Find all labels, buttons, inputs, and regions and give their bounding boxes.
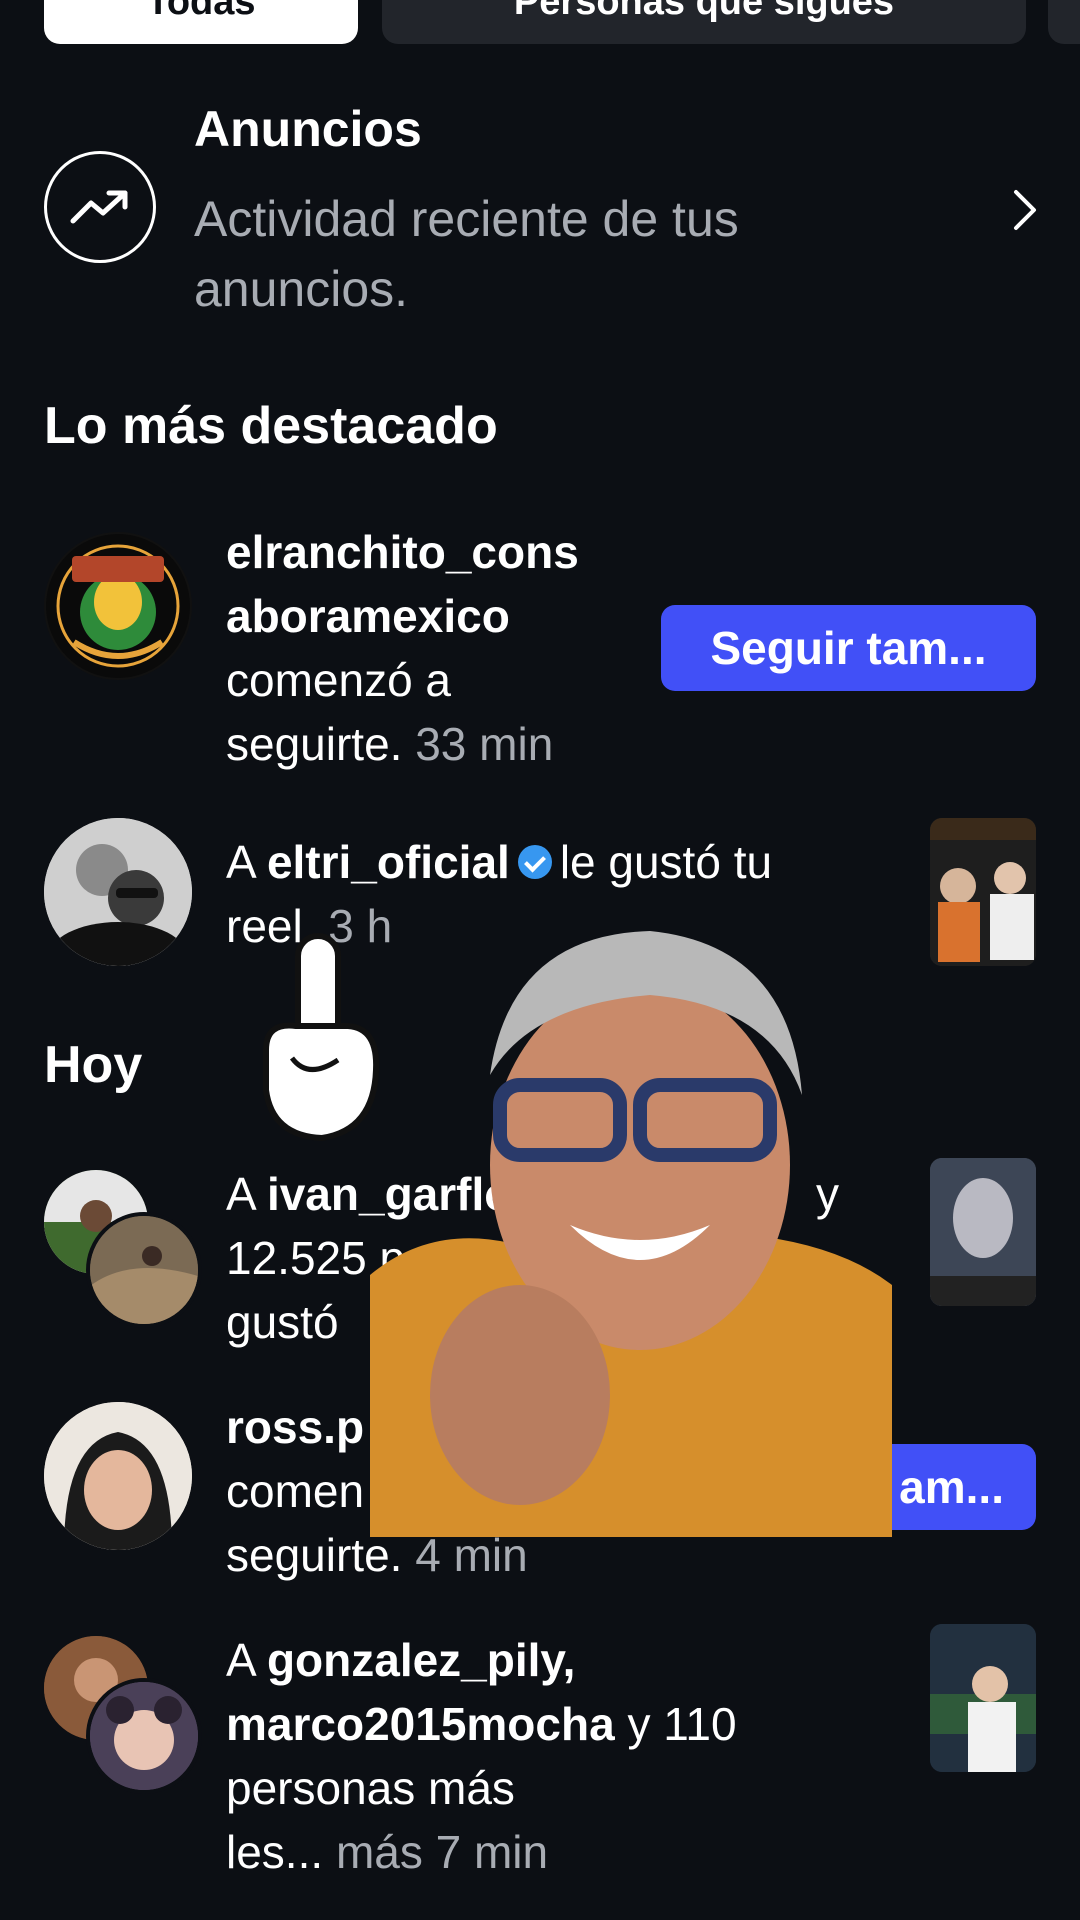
notification-action-cont: seguirte.	[226, 718, 403, 770]
video-overlay-person	[370, 925, 892, 1537]
username[interactable]: elranchito_cons	[226, 526, 579, 578]
prefix: A	[226, 1168, 255, 1220]
notification-text[interactable]: A gonzalez_pily, marco2015mocha y 110 pe…	[226, 1628, 926, 1884]
reel-thumbnail[interactable]	[930, 1624, 1036, 1772]
ads-title[interactable]: Anuncios	[194, 100, 422, 158]
avatar[interactable]	[44, 818, 192, 966]
timestamp: 7 min	[435, 1826, 549, 1878]
tab-all-label: Todas	[146, 0, 256, 23]
username-cont[interactable]: aboramexico	[226, 590, 510, 642]
tab-following[interactable]: Personas que sigues	[382, 0, 1026, 44]
username[interactable]: ross.p	[226, 1401, 364, 1453]
username[interactable]: gonzalez_pily,	[267, 1634, 575, 1686]
prefix: A	[226, 1634, 255, 1686]
pointing-up-hand-icon	[252, 930, 388, 1155]
verified-badge-icon	[517, 844, 552, 879]
notification-action: comenzó a	[226, 654, 452, 706]
reel-thumbnail[interactable]	[930, 1158, 1036, 1306]
tab-following-label: Personas que sigues	[513, 0, 895, 23]
avatar-secondary[interactable]	[86, 1678, 202, 1794]
notification-action: le gustó tu	[559, 836, 773, 888]
section-title-today: Hoy	[44, 1036, 143, 1094]
avatar[interactable]	[44, 1402, 192, 1550]
notification-text[interactable]: elranchito_cons aboramexico comenzó a se…	[226, 520, 579, 776]
follow-back-button[interactable]: Seguir tam...	[661, 605, 1036, 691]
username-2[interactable]: marco2015mocha	[226, 1698, 615, 1750]
reel-thumbnail[interactable]	[930, 818, 1036, 966]
trending-up-icon[interactable]	[44, 151, 156, 263]
notification-count: y 110	[627, 1698, 737, 1750]
avatar[interactable]	[44, 532, 192, 680]
notification-action: personas más	[226, 1762, 515, 1814]
tab-all[interactable]: Todas	[44, 0, 358, 44]
ads-subtitle: Actividad reciente de tus anuncios.	[194, 191, 739, 317]
tab-more[interactable]	[1048, 0, 1080, 44]
prefix: A	[226, 836, 255, 888]
timestamp: 33 min	[415, 718, 554, 770]
chevron-right-icon[interactable]	[1012, 188, 1040, 237]
username[interactable]: eltri_oficial	[267, 836, 510, 888]
notification-action-cont: les...	[226, 1826, 324, 1878]
more-link[interactable]: más	[336, 1826, 423, 1878]
avatar-secondary[interactable]	[86, 1212, 202, 1328]
section-title-highlights: Lo más destacado	[44, 397, 498, 455]
